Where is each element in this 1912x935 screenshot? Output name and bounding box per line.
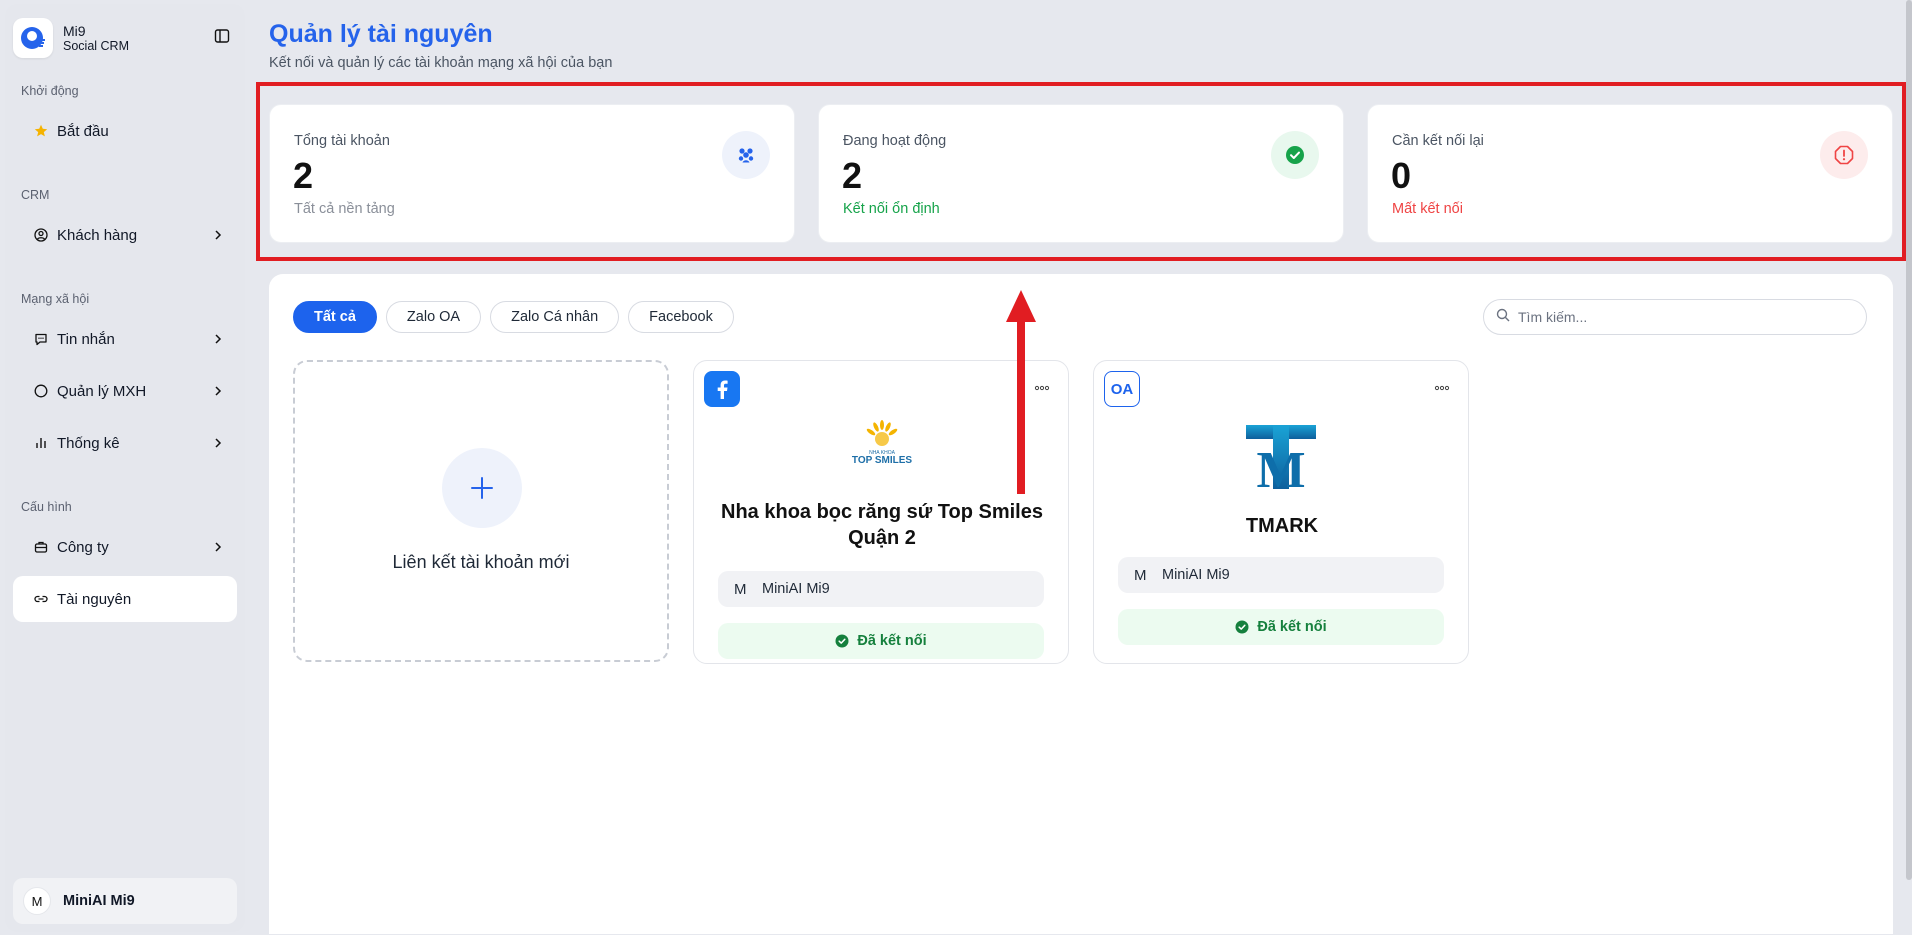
section-label-social: Mạng xã hội: [21, 292, 90, 306]
plus-icon: [442, 448, 522, 528]
chevron-right-icon: [211, 384, 225, 398]
bar-chart-icon: [33, 435, 49, 451]
page-subtitle: Kết nối và quản lý các tài khoản mạng xã…: [269, 55, 613, 71]
search-box[interactable]: [1483, 299, 1867, 335]
sidebar-item-label: Bắt đầu: [57, 122, 109, 140]
owner-name: MiniAI Mi9: [1162, 567, 1230, 583]
sidebar-item-messages[interactable]: Tin nhắn: [13, 316, 237, 362]
user-profile[interactable]: M MiniAI Mi9: [13, 878, 237, 924]
account-name: Nha khoa bọc răng sứ Top Smiles Quận 2: [721, 501, 1043, 549]
more-options-icon[interactable]: [1434, 379, 1450, 391]
owner-initial: M: [1134, 566, 1147, 584]
top-smiles-logo: NHA KHOA TOP SMILES: [842, 419, 922, 471]
highlight-box: [256, 82, 1906, 261]
app-subtitle: Social CRM: [63, 38, 129, 53]
account-card[interactable]: OA M TMARK M MiniAI Mi9 Đã kết nối: [1093, 360, 1469, 664]
section-label-crm: CRM: [21, 188, 50, 202]
filter-tabs: Tất cả Zalo OA Zalo Cá nhân Facebook: [293, 301, 734, 333]
briefcase-icon: [33, 539, 49, 555]
chevron-right-icon: [211, 228, 225, 242]
section-label-start: Khởi động: [21, 84, 79, 98]
annotation-arrow: [1006, 290, 1036, 494]
sidebar-item-label: Quản lý MXH: [57, 382, 147, 400]
chevron-right-icon: [211, 540, 225, 554]
search-input[interactable]: [1518, 309, 1848, 325]
chevron-right-icon: [211, 436, 225, 450]
scrollbar[interactable]: [1906, 0, 1912, 880]
avatar: M: [23, 887, 51, 915]
tmark-logo: M: [1246, 425, 1316, 499]
status-text: Đã kết nối: [857, 633, 927, 649]
star-icon: [33, 123, 49, 139]
link-icon: [33, 591, 49, 607]
page-title: Quản lý tài nguyên: [269, 20, 493, 48]
sidebar-item-label: Tin nhắn: [57, 330, 115, 348]
add-account-label: Liên kết tài khoản mới: [392, 552, 570, 572]
mi9-logo: [13, 18, 53, 58]
user-name: MiniAI Mi9: [63, 893, 135, 909]
app-name: Mi9: [63, 22, 86, 39]
sidebar-item-label: Công ty: [57, 538, 109, 556]
sidebar-item-label: Khách hàng: [57, 226, 138, 244]
sidebar-toggle-icon[interactable]: [214, 28, 232, 46]
tab-all[interactable]: Tất cả: [293, 301, 377, 333]
owner-initial: M: [734, 580, 747, 598]
brand[interactable]: Mi9 Social CRM: [13, 14, 237, 62]
facebook-icon: [704, 371, 740, 407]
sidebar-item-statistics[interactable]: Thống kê: [13, 420, 237, 466]
owner-name: MiniAI Mi9: [762, 581, 830, 597]
svg-text:TOP SMILES: TOP SMILES: [852, 455, 913, 466]
status-text: Đã kết nối: [1257, 619, 1327, 635]
status-badge: Đã kết nối: [718, 623, 1044, 659]
sidebar-item-label: Thống kê: [57, 434, 120, 452]
sidebar-item-resources[interactable]: Tài nguyên: [13, 576, 237, 622]
sidebar-item-customers[interactable]: Khách hàng: [13, 212, 237, 258]
sidebar-item-company[interactable]: Công ty: [13, 524, 237, 570]
tab-zalo-oa[interactable]: Zalo OA: [385, 301, 482, 333]
check-circle-icon: [1235, 620, 1249, 634]
sidebar-item-social-management[interactable]: Quản lý MXH: [13, 368, 237, 414]
sidebar-item-start[interactable]: Bắt đầu: [13, 108, 237, 154]
tab-facebook[interactable]: Facebook: [628, 301, 734, 333]
zalo-oa-icon: OA: [1104, 371, 1140, 407]
account-owner: M MiniAI Mi9: [1118, 557, 1444, 593]
check-circle-icon: [835, 634, 849, 648]
account-owner: M MiniAI Mi9: [718, 571, 1044, 607]
message-icon: [33, 331, 49, 347]
search-icon: [1496, 308, 1510, 327]
sidebar: Mi9 Social CRM Khởi động Bắt đầu CRM Khá…: [5, 4, 245, 932]
resources-panel: Tất cả Zalo OA Zalo Cá nhân Facebook Liê…: [269, 274, 1893, 934]
account-name: TMARK: [1245, 515, 1319, 537]
chevron-right-icon: [211, 332, 225, 346]
status-badge: Đã kết nối: [1118, 609, 1444, 645]
sidebar-item-label: Tài nguyên: [57, 590, 132, 608]
section-label-config: Cấu hình: [21, 500, 72, 514]
svg-text:M: M: [1256, 442, 1305, 489]
add-account-card[interactable]: Liên kết tài khoản mới: [293, 360, 669, 662]
tab-zalo-personal[interactable]: Zalo Cá nhân: [490, 301, 620, 333]
spinner-icon: [33, 383, 49, 399]
user-circle-icon: [33, 227, 49, 243]
